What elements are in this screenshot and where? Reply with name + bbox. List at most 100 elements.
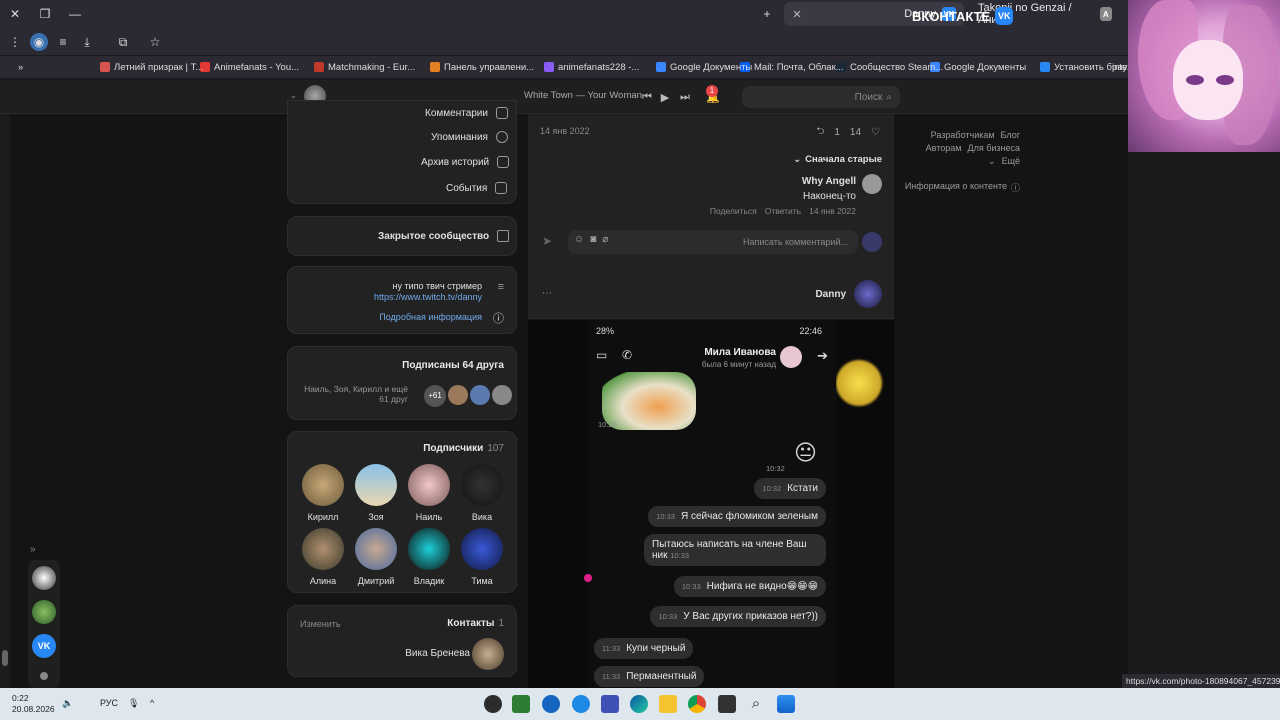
twitch-link[interactable]: https://www.twitch.tv/danny bbox=[374, 292, 482, 302]
chevron-down-icon[interactable]: ⌄ bbox=[290, 91, 297, 100]
friend-avatar[interactable] bbox=[492, 385, 512, 405]
bookmark-item[interactable]: animefanats228 -... bbox=[544, 59, 639, 75]
bookmark-item[interactable]: Google Документы bbox=[930, 59, 1026, 75]
windows-start-icon[interactable] bbox=[777, 695, 795, 713]
dock-app-icon[interactable] bbox=[32, 566, 56, 590]
taskview-icon[interactable] bbox=[718, 695, 736, 713]
close-tab-icon[interactable]: ✕ bbox=[790, 8, 804, 21]
follower-item[interactable]: Кирилл bbox=[301, 464, 345, 522]
dock-expand-icon[interactable]: » bbox=[30, 544, 36, 555]
dock-app-icon[interactable] bbox=[32, 600, 56, 624]
clock-time[interactable]: 0:22 bbox=[12, 693, 29, 703]
clock-date[interactable]: 20.08.2026 bbox=[12, 704, 55, 714]
bookmark-item[interactable]: Mail: Почта, Облак... bbox=[740, 59, 844, 75]
bookmark-item[interactable]: Matchmaking - Eur... bbox=[314, 59, 415, 75]
menu-item-events[interactable]: События bbox=[446, 182, 508, 194]
followers-header[interactable]: Подписчики 107 bbox=[423, 443, 504, 454]
menu-item-mentions[interactable]: Упоминания bbox=[431, 131, 508, 143]
mic-icon[interactable]: 🎙 bbox=[128, 698, 139, 709]
bookmark-item[interactable]: Панель управлени... bbox=[430, 59, 534, 75]
link-blog[interactable]: Блог bbox=[1001, 130, 1020, 140]
friend-avatar[interactable] bbox=[470, 385, 490, 405]
reply-arrow-icon[interactable]: ⮌ bbox=[816, 124, 824, 141]
vk-logo[interactable]: ВКОНТАКТЕ VK bbox=[912, 7, 1014, 25]
taskbar-app-icon[interactable] bbox=[542, 695, 560, 713]
likes-count[interactable]: 14 bbox=[850, 127, 861, 138]
bookmark-item[interactable]: Летний призрак | T... bbox=[100, 59, 203, 75]
author-avatar[interactable] bbox=[854, 280, 882, 308]
video-icon[interactable]: ▭ bbox=[596, 348, 607, 362]
more-info-link[interactable]: Подробная информация bbox=[379, 312, 482, 322]
friend-avatar[interactable] bbox=[448, 385, 468, 405]
tray-chevron-icon[interactable]: ^ bbox=[150, 698, 154, 708]
heart-icon[interactable]: ♡ bbox=[871, 127, 880, 138]
bookmark-item[interactable]: Google Документы bbox=[656, 59, 752, 75]
scrollbar-thumb[interactable] bbox=[2, 650, 8, 666]
maximize-window-icon[interactable]: ❐ bbox=[30, 0, 60, 28]
reply-link[interactable]: Ответить bbox=[765, 206, 801, 216]
menu-item-comments[interactable]: Комментарии bbox=[425, 107, 508, 119]
search-icon[interactable]: ⌕ bbox=[747, 695, 765, 713]
share-link[interactable]: Поделиться bbox=[710, 206, 757, 216]
comment-sort[interactable]: ⌄ Сначала старые bbox=[793, 154, 882, 165]
bookmark-item[interactable]: Сообщество Steam... bbox=[836, 59, 943, 75]
audio-player-track[interactable]: White Town — Your Woman bbox=[524, 90, 642, 101]
commenter-avatar[interactable] bbox=[862, 174, 882, 194]
attach-icon[interactable]: ⌀ bbox=[602, 234, 608, 245]
contact-name[interactable]: Вика Бренева bbox=[405, 648, 470, 659]
follower-item[interactable]: Дмитрий bbox=[354, 528, 398, 586]
sound-icon[interactable]: 🔈 bbox=[62, 698, 73, 709]
store-icon[interactable] bbox=[601, 695, 619, 713]
new-tab-icon[interactable]: + bbox=[752, 0, 782, 28]
close-window-icon[interactable]: ✕ bbox=[0, 0, 30, 28]
link-business[interactable]: Для бизнеса bbox=[967, 143, 1020, 153]
search-input[interactable]: Поиск ⌕ bbox=[742, 86, 900, 108]
reading-list-icon[interactable]: ≡ bbox=[54, 33, 72, 51]
profile-icon[interactable]: ◉ bbox=[30, 33, 48, 51]
contacts-header[interactable]: Контакты 1 bbox=[447, 618, 504, 629]
folder-icon[interactable] bbox=[659, 695, 677, 713]
page-scrollbar[interactable]: ▲ bbox=[0, 80, 10, 688]
follower-item[interactable]: Наиль bbox=[407, 464, 451, 522]
edit-contacts-link[interactable]: Изменить bbox=[300, 619, 341, 629]
menu-dots-icon[interactable]: ⋮ bbox=[6, 33, 24, 51]
follower-item[interactable]: Тима bbox=[460, 528, 504, 586]
extensions-icon[interactable]: ⧉ bbox=[114, 33, 132, 51]
link-authors[interactable]: Авторам bbox=[926, 143, 962, 153]
bookmarks-overflow-icon[interactable]: » bbox=[18, 59, 23, 75]
follower-item[interactable]: Владик bbox=[407, 528, 451, 586]
camera-icon[interactable]: ◙ bbox=[590, 234, 596, 245]
search-placeholder: Поиск bbox=[854, 91, 883, 103]
bookmark-item[interactable]: Animefanats - You... bbox=[200, 59, 299, 75]
follower-item[interactable]: Алина bbox=[301, 528, 345, 586]
bookmark-star-icon[interactable]: ☆ bbox=[146, 33, 164, 51]
edge-icon[interactable] bbox=[630, 695, 648, 713]
next-track-icon[interactable]: ⏭ bbox=[676, 88, 694, 106]
follower-item[interactable]: Вика bbox=[460, 464, 504, 522]
contact-avatar[interactable] bbox=[472, 638, 504, 670]
follower-item[interactable]: Зоя bbox=[354, 464, 398, 522]
minimize-window-icon[interactable]: — bbox=[60, 0, 90, 28]
link-developers[interactable]: Разработчикам bbox=[931, 130, 995, 140]
send-icon[interactable]: ➤ bbox=[542, 234, 552, 248]
link-more[interactable]: Ещё bbox=[1002, 156, 1020, 167]
back-arrow-icon[interactable]: ➔ bbox=[817, 348, 828, 364]
taskbar-app-icon[interactable] bbox=[572, 695, 590, 713]
android-app-icon[interactable] bbox=[512, 695, 530, 713]
vk-dock-icon[interactable]: VK bbox=[32, 634, 56, 658]
post-footer-author[interactable]: Danny bbox=[815, 289, 846, 300]
more-friends-badge[interactable]: +61 bbox=[424, 385, 446, 407]
comment-author[interactable]: Why Angell bbox=[802, 176, 856, 187]
link-content-info[interactable]: Информация о контенте bbox=[905, 181, 1007, 194]
more-options-icon[interactable]: ⋯ bbox=[542, 288, 552, 299]
emoji-icon[interactable]: ☺ bbox=[574, 234, 584, 245]
call-icon[interactable]: ✆ bbox=[622, 348, 632, 362]
comment-input[interactable]: Написать комментарий... bbox=[568, 230, 858, 254]
repost-count[interactable]: 1 bbox=[834, 127, 840, 138]
menu-item-story-archive[interactable]: Архив историй bbox=[421, 156, 510, 168]
download-icon[interactable]: ⤓ bbox=[78, 33, 96, 51]
play-icon[interactable]: ▶ bbox=[656, 88, 674, 106]
chrome-icon[interactable] bbox=[688, 695, 706, 713]
taskbar-app-icon[interactable] bbox=[484, 695, 502, 713]
keyboard-language[interactable]: РУС bbox=[100, 698, 118, 708]
